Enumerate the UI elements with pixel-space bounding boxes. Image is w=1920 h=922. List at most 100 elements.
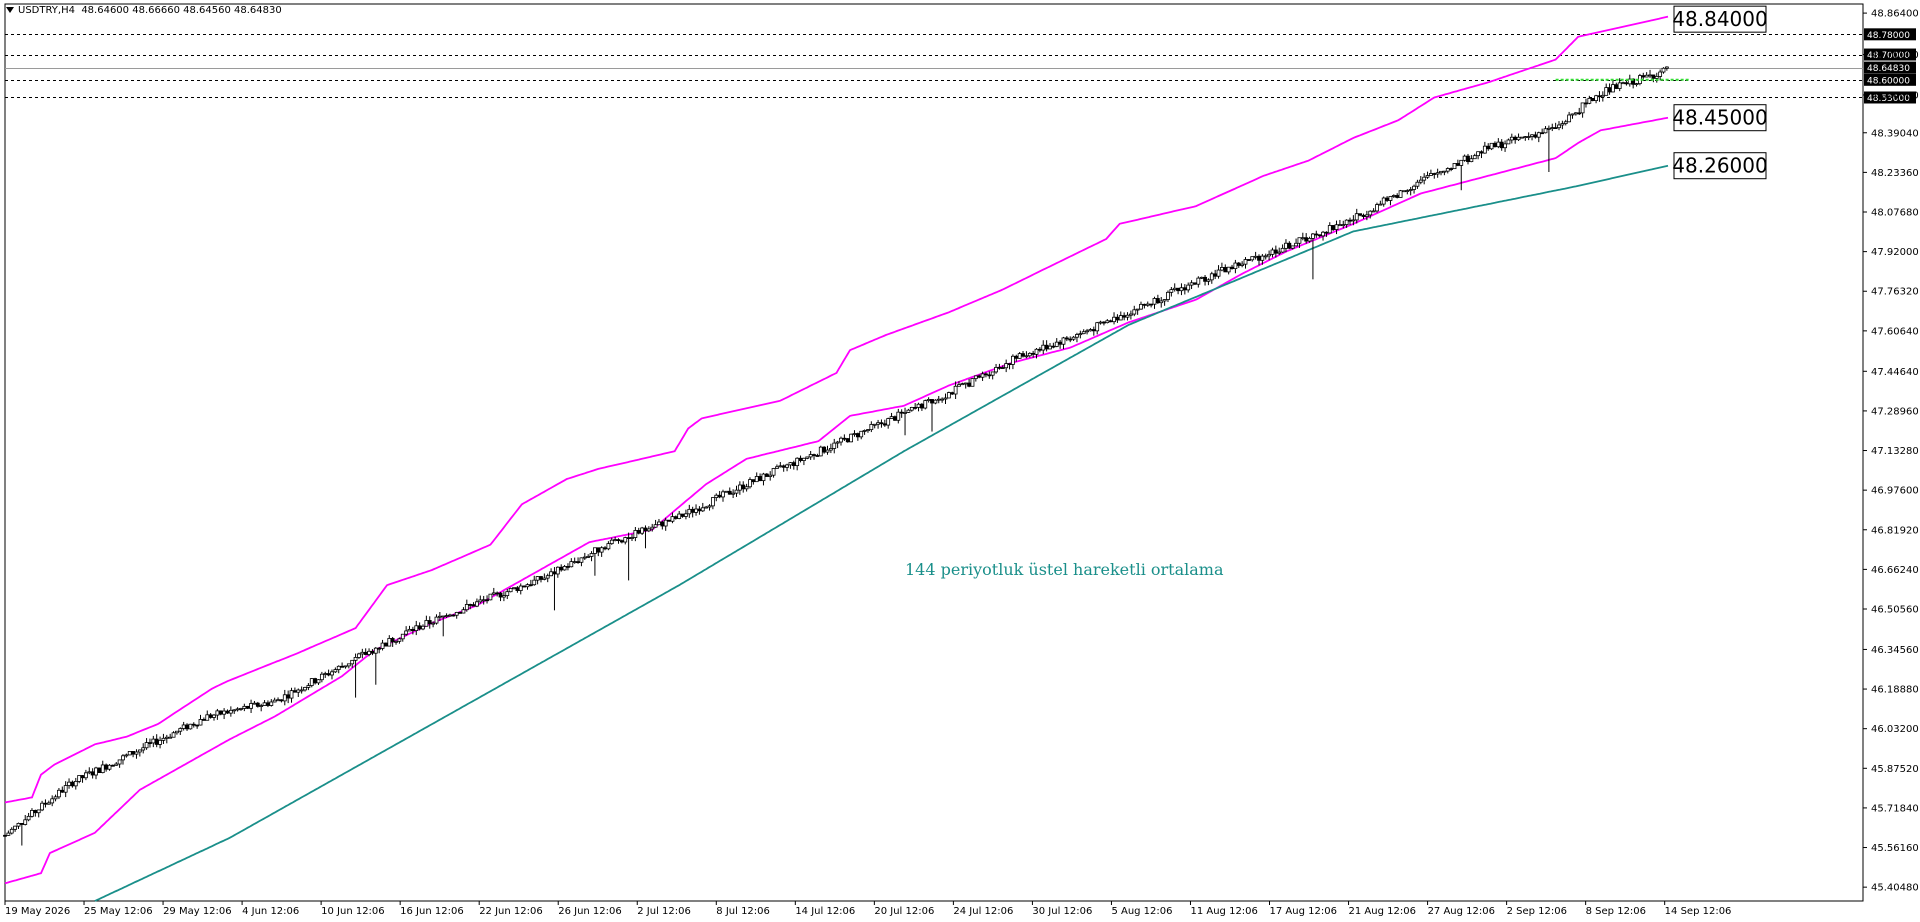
- candle-body: [373, 647, 378, 654]
- candle: [879, 419, 884, 428]
- candle: [1182, 284, 1187, 295]
- candle-body: [316, 679, 321, 684]
- candle: [1257, 254, 1261, 266]
- candle: [1445, 167, 1450, 174]
- candle: [1085, 328, 1089, 335]
- candle: [1594, 94, 1598, 104]
- candle-body: [643, 527, 648, 532]
- y-tick-label: 46.97600: [1871, 486, 1919, 497]
- candle-body: [63, 785, 68, 793]
- candle: [228, 706, 233, 717]
- candle-body: [1189, 282, 1194, 286]
- candle: [1557, 121, 1561, 131]
- candle: [1041, 340, 1046, 355]
- candle-body: [60, 789, 65, 793]
- candle-body: [1479, 151, 1484, 154]
- candle-body: [724, 490, 729, 493]
- candle-body: [323, 673, 328, 675]
- candle: [744, 483, 749, 492]
- dropdown-triangle-icon[interactable]: [6, 7, 14, 13]
- candle-body: [6, 832, 11, 836]
- candle-body: [555, 566, 560, 575]
- candle-body: [53, 796, 58, 800]
- candle: [933, 399, 938, 405]
- candle: [158, 736, 162, 749]
- candle-body: [1253, 255, 1258, 258]
- candle-body: [704, 506, 709, 509]
- candle-body: [542, 577, 547, 580]
- candle: [13, 825, 18, 832]
- candle-body: [1048, 345, 1052, 350]
- candle: [1051, 342, 1056, 349]
- candles: [3, 66, 1669, 846]
- candle-body: [731, 492, 736, 495]
- candle: [1125, 312, 1130, 321]
- candle: [222, 708, 227, 720]
- candle: [1546, 125, 1551, 173]
- candle-body: [491, 592, 496, 595]
- candle: [697, 506, 702, 515]
- candle-body: [208, 714, 213, 718]
- candle: [1415, 179, 1420, 189]
- candle: [1142, 303, 1147, 309]
- candle: [1516, 133, 1521, 142]
- candle-body: [444, 615, 449, 617]
- candle-body: [866, 429, 870, 432]
- candle-body: [67, 781, 71, 786]
- candle: [1607, 83, 1612, 95]
- candle-body: [1307, 238, 1312, 242]
- candle: [390, 636, 395, 647]
- candle-body: [1577, 112, 1582, 115]
- candle-body: [360, 651, 365, 655]
- candle-body: [768, 474, 773, 477]
- candle-body: [1418, 179, 1423, 183]
- candle-body: [1260, 255, 1265, 261]
- candle-body: [923, 400, 928, 409]
- candle: [427, 616, 432, 629]
- candle: [168, 733, 173, 739]
- candle-body: [1570, 113, 1575, 116]
- candle: [1526, 132, 1531, 141]
- candle-body: [1486, 145, 1491, 150]
- candle: [1135, 308, 1140, 315]
- candle-body: [670, 516, 675, 522]
- candle-body: [478, 599, 483, 603]
- candle: [640, 526, 645, 535]
- candle-body: [1004, 363, 1009, 369]
- candle-body: [1348, 219, 1352, 222]
- candle-body: [1280, 247, 1285, 253]
- candle-body: [151, 738, 156, 744]
- candle: [528, 579, 533, 587]
- candle-body: [1027, 352, 1032, 357]
- candle: [306, 683, 311, 691]
- candle-body: [357, 653, 361, 658]
- candle-body: [1078, 333, 1083, 336]
- candle: [1007, 363, 1012, 370]
- candle: [791, 460, 796, 470]
- candle-body: [232, 709, 237, 712]
- candle-body: [943, 397, 948, 400]
- candle: [1314, 230, 1319, 238]
- candle: [1577, 107, 1582, 116]
- y-tick-label: 46.66240: [1871, 565, 1919, 576]
- candle-body: [1105, 320, 1110, 324]
- candle-body: [582, 556, 587, 559]
- chart-area[interactable]: 48.84000 48.45000 48.26000 48.78000 48.70000…: [0, 0, 1920, 918]
- candle-body: [289, 690, 294, 699]
- candle: [316, 679, 321, 685]
- x-tick-label: 8 Sep 12:06: [1586, 906, 1646, 917]
- candle: [849, 433, 854, 443]
- candle-body: [454, 611, 459, 616]
- candle-body: [30, 809, 34, 817]
- candle-body: [23, 819, 28, 825]
- candle: [862, 429, 867, 435]
- candle: [289, 687, 294, 703]
- x-tick-label: 30 Jul 12:06: [1032, 906, 1092, 917]
- candle-body: [417, 625, 422, 630]
- candle-body: [636, 530, 641, 534]
- candle-body: [1560, 123, 1565, 126]
- candle: [1024, 351, 1029, 359]
- candle-body: [1300, 237, 1305, 240]
- candle-body: [178, 728, 183, 732]
- candle-body: [802, 457, 806, 461]
